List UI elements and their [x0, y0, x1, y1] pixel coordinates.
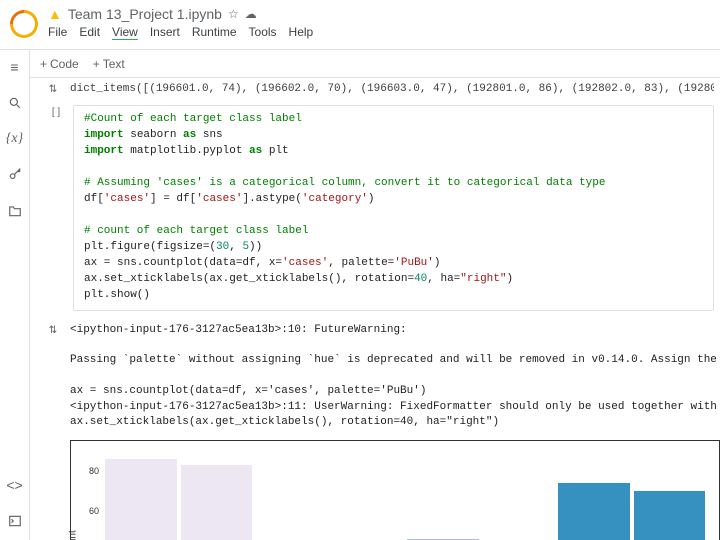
code-cell[interactable]: [ ] #Count of each target class labelimp… [30, 101, 720, 314]
bar [558, 483, 630, 540]
y-axis: 20406080 [77, 451, 99, 540]
terminal-icon[interactable] [6, 512, 24, 530]
menu-file[interactable]: File [48, 25, 67, 40]
notebook-title[interactable]: Team 13_Project 1.ipynb [68, 6, 222, 22]
menu-insert[interactable]: Insert [150, 25, 180, 40]
run-indicator[interactable]: [ ] [52, 107, 60, 310]
menu-help[interactable]: Help [289, 25, 314, 40]
add-text-label: Text [103, 57, 125, 71]
variables-icon[interactable]: {x} [6, 130, 24, 148]
menu-runtime[interactable]: Runtime [192, 25, 237, 40]
drive-icon: ▲ [48, 6, 62, 22]
add-code-button[interactable]: + Code [40, 57, 79, 71]
code-editor[interactable]: #Count of each target class labelimport … [73, 105, 714, 310]
bars [101, 451, 709, 540]
plot-area [101, 451, 709, 540]
menu-tools[interactable]: Tools [249, 25, 277, 40]
countplot-chart: count 20406080 192801.0192802.0192803.01… [70, 440, 720, 540]
plus-icon: + [40, 57, 47, 71]
output-text: dict_items([(196601.0, 74), (196602.0, 7… [70, 82, 714, 97]
cloud-icon: ☁ [245, 7, 257, 21]
add-text-button[interactable]: + Text [93, 57, 125, 71]
colab-logo [10, 10, 40, 40]
cell-toolbar: + Code + Text [30, 50, 720, 78]
output-cell: ⇅ dict_items([(196601.0, 74), (196602.0,… [30, 78, 720, 101]
plus-icon: + [93, 57, 100, 71]
search-icon[interactable] [6, 94, 24, 112]
files-icon[interactable] [6, 202, 24, 220]
bar [634, 491, 706, 540]
warning-output: <ipython-input-176-3127ac5ea13b>:10: Fut… [70, 323, 720, 431]
output-cell: ⇅ <ipython-input-176-3127ac5ea13b>:10: F… [30, 315, 720, 435]
toc-icon[interactable]: ≡ [6, 58, 24, 76]
menu-view[interactable]: View [112, 25, 138, 40]
chart-output: count 20406080 192801.0192802.0192803.01… [30, 440, 720, 540]
bar [181, 465, 253, 540]
bar [105, 459, 177, 540]
notebook-main: ⇅ dict_items([(196601.0, 74), (196602.0,… [30, 78, 720, 540]
menu-bar: File Edit View Insert Runtime Tools Help [48, 25, 710, 40]
menu-edit[interactable]: Edit [79, 25, 100, 40]
expand-icon[interactable]: ⇅ [49, 84, 57, 97]
header: ▲ Team 13_Project 1.ipynb ☆ ☁ File Edit … [0, 0, 720, 50]
add-code-label: Code [50, 57, 79, 71]
star-icon[interactable]: ☆ [228, 7, 239, 21]
expand-icon[interactable]: ⇅ [49, 325, 57, 431]
code-icon[interactable]: <> [6, 476, 24, 494]
secrets-icon[interactable] [6, 166, 24, 184]
left-rail: ≡ {x} <> [0, 50, 30, 540]
